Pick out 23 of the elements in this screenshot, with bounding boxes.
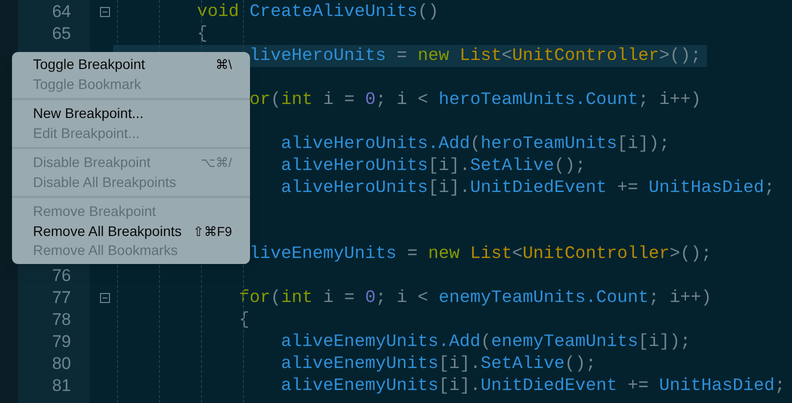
line-number: 81 [52, 375, 71, 397]
menu-item[interactable]: New Breakpoint... [12, 104, 250, 124]
line-number: 80 [52, 353, 71, 375]
code-line: aliveHeroUnits[i].SetAlive(); [281, 155, 586, 177]
code-line: aliveEnemyUnits[i].UnitDiedEvent += UnitHasDied; [281, 375, 786, 397]
code-line: aliveHeroUnits.Add(heroTeamUnits[i]); [281, 133, 670, 155]
code-line: aliveEnemyUnits[i].SetAlive(); [281, 353, 596, 375]
line-number: 76 [52, 265, 71, 287]
line-number: 64 [52, 1, 71, 23]
code-line: liveEnemyUnits = new List<UnitController>(); [250, 243, 712, 265]
line-number: 79 [52, 331, 71, 353]
code-line: liveHeroUnits = new List<UnitController>(); [250, 45, 702, 67]
code-line: void CreateAliveUnits() [197, 1, 439, 23]
line-number: 65 [52, 23, 71, 45]
code-line: aliveEnemyUnits.Add(enemyTeamUnits[i]); [281, 331, 691, 353]
menu-item[interactable]: Toggle Breakpoint ⌘\ [12, 55, 250, 74]
line-number: 77 [52, 287, 71, 309]
code-line: aliveHeroUnits[i].UnitDiedEvent += UnitHasDied; [281, 177, 775, 199]
collapse-icon[interactable] [100, 7, 110, 17]
code-line: or(int i = 0; i < heroTeamUnits.Count; i++) [250, 89, 702, 111]
menu-item[interactable]: Remove All Breakpoints ⇧⌘F9 [12, 222, 250, 241]
line-number: 78 [52, 309, 71, 331]
collapse-icon[interactable] [100, 293, 110, 303]
